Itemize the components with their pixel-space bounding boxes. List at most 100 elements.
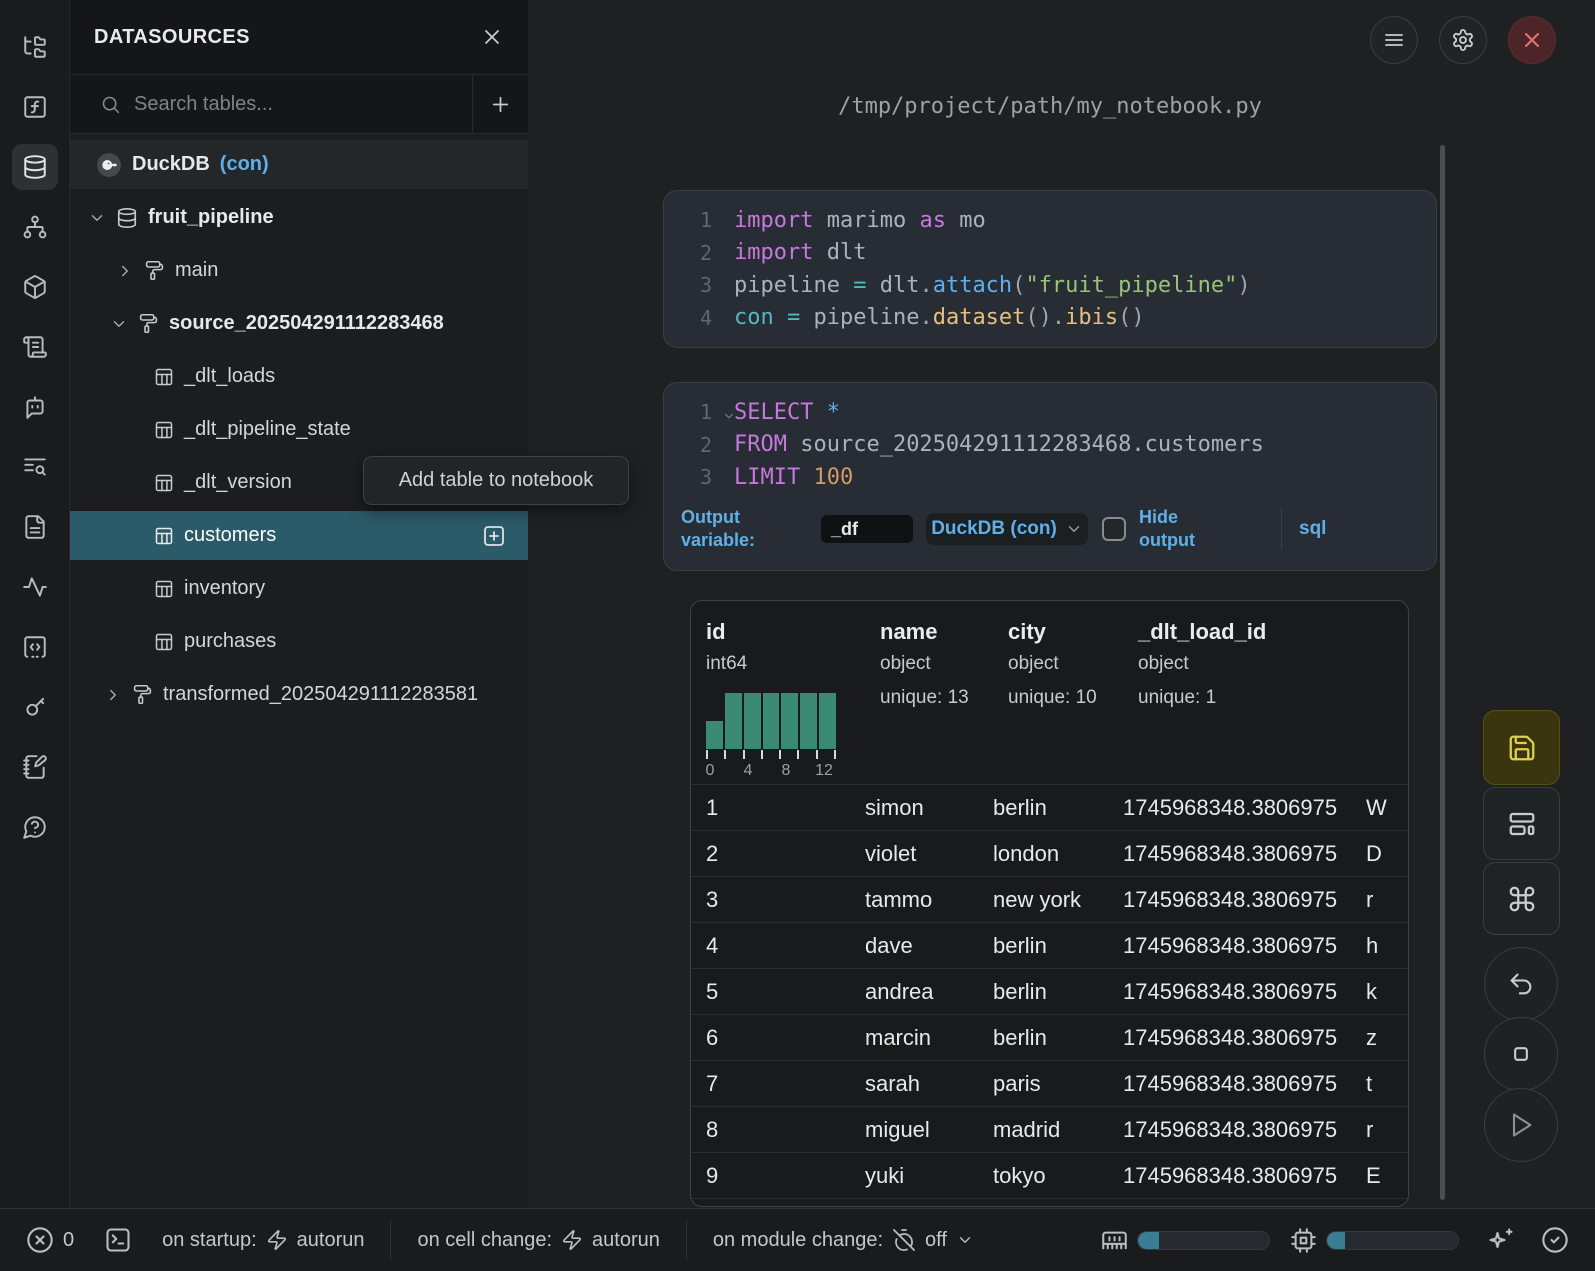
on-startup-toggle[interactable]: on startup: autorun [162,1229,364,1252]
tree-node-database[interactable]: fruit_pipeline [70,193,528,242]
cell-city: berlin [993,979,1123,1005]
tree-node-table-inventory[interactable]: inventory [70,564,528,613]
chevron-right-icon [116,262,134,280]
code-cell-python[interactable]: 1import marimo as mo 2import dlt 3pipeli… [663,190,1437,348]
tree-node-table-purchases[interactable]: purchases [70,617,528,666]
tree-node-table-customers[interactable]: customers [70,511,528,560]
search-input[interactable]: Search tables... [70,75,472,133]
hide-output-label: Hideoutput [1139,506,1214,553]
scratchpad-script-icon[interactable] [12,324,58,370]
cell-city: berlin [993,933,1123,959]
table-icon [154,632,174,652]
tracing-icon[interactable] [12,564,58,610]
chevron-down-icon [1065,520,1083,538]
table-row[interactable]: 4 dave berlin 1745968348.3806975 h [691,922,1408,968]
add-datasource-button[interactable] [472,75,528,133]
function-icon[interactable] [12,84,58,130]
table-row[interactable]: 9 yuki tokyo 1745968348.3806975 E [691,1152,1408,1198]
tree-node-schema-source[interactable]: source_202504291112283468 [70,299,528,348]
connection-badge: (con) [220,153,269,176]
secrets-key-icon[interactable] [12,684,58,730]
cell-city: new york [993,887,1123,913]
command-palette-button[interactable] [1483,862,1560,935]
cell-id: 3 [691,887,865,913]
table-row[interactable]: 8 miguel madrid 1745968348.3806975 r [691,1106,1408,1152]
engine-select[interactable]: DuckDB (con) [926,513,1088,545]
zap-icon [561,1229,583,1251]
packages-icon[interactable] [12,264,58,310]
stop-button[interactable] [1484,1017,1558,1091]
tree-node-schema-main[interactable]: main [70,246,528,295]
cell-load-id: 1745968348.3806975 [1123,887,1366,913]
terminal-icon [104,1226,132,1254]
engine-select-value: DuckDB (con) [931,518,1057,540]
snippets-icon[interactable] [12,624,58,670]
duckdb-logo-icon [96,152,122,178]
save-button[interactable] [1483,710,1560,785]
help-icon[interactable] [12,804,58,850]
close-app-button[interactable] [1508,16,1556,64]
documentation-icon[interactable] [12,504,58,550]
on-cell-change-value: autorun [592,1229,660,1252]
cell-name: dave [865,933,993,959]
fold-chevron-icon[interactable] [722,409,736,423]
divider [686,1221,687,1259]
table-row[interactable]: 3 tammo new york 1745968348.3806975 r [691,876,1408,922]
error-count: 0 [63,1229,74,1252]
run-button[interactable] [1484,1088,1558,1162]
cpu-gauge [1326,1231,1459,1250]
cell-city: berlin [993,795,1123,821]
ai-assistant-button[interactable] [1487,1226,1515,1254]
datasources-icon[interactable] [12,144,58,190]
line-number: 2 [664,241,712,265]
connection-status[interactable] [1541,1226,1569,1254]
layout-panels-button[interactable] [1483,787,1560,860]
schema-icon [138,313,159,334]
table-row[interactable]: 6 marcin berlin 1745968348.3806975 z [691,1014,1408,1060]
tree-node-table-dlt-loads[interactable]: _dlt_loads [70,352,528,401]
menu-button[interactable] [1370,16,1418,64]
tree-node-table-dlt-pipeline-state[interactable]: _dlt_pipeline_state [70,405,528,454]
query-result-table: id int64 0 4 8 12 name object unique: 13 [690,600,1409,1207]
table-row[interactable]: 2 violet london 1745968348.3806975 D [691,830,1408,876]
cell-name: yuki [865,1163,993,1189]
divider [390,1221,391,1259]
errors-indicator[interactable]: 0 [26,1226,74,1254]
on-cell-change-toggle[interactable]: on cell change: autorun [417,1229,659,1252]
table-name: customers [184,524,276,547]
table-row[interactable]: 1 simon berlin 1745968348.3806975 W [691,784,1408,830]
output-variable-input[interactable]: _df [821,515,913,543]
cell-load-id: 1745968348.3806975 [1123,795,1366,821]
add-table-to-notebook-icon[interactable] [482,524,506,548]
cell-city: london [993,841,1123,867]
code-line-text: LIMIT 100 [734,465,853,490]
undo-button[interactable] [1484,947,1558,1021]
schema-name: source_202504291112283468 [169,312,444,335]
dependency-graph-icon[interactable] [12,204,58,250]
close-panel-icon[interactable] [480,25,504,49]
cell-load-id: 1745968348.3806975 [1123,1071,1366,1097]
search-icon [100,94,121,115]
table-row[interactable]: 7 sarah paris 1745968348.3806975 t [691,1060,1408,1106]
vertical-scrollbar[interactable] [1440,145,1445,1200]
chat-bot-icon[interactable] [12,384,58,430]
on-startup-value: autorun [297,1229,365,1252]
on-module-change-toggle[interactable]: on module change: off [713,1228,974,1252]
tree-node-schema-transformed[interactable]: transformed_202504291112283581 [70,670,528,719]
file-tree-icon[interactable] [12,24,58,70]
terminal-button[interactable] [104,1226,132,1254]
hide-output-checkbox[interactable] [1102,517,1126,541]
notebook-edit-icon[interactable] [12,744,58,790]
cell-id: 7 [691,1071,865,1097]
on-module-change-label: on module change: [713,1229,883,1252]
cell-id: 6 [691,1025,865,1051]
table-row[interactable]: 5 andrea berlin 1745968348.3806975 k [691,968,1408,1014]
line-number: 4 [664,306,712,330]
logs-search-icon[interactable] [12,444,58,490]
cell-name: andrea [865,979,993,1005]
code-cell-sql[interactable]: 1SELECT * 2FROM source_20250429111228346… [663,382,1437,571]
connection-row-duckdb[interactable]: DuckDB (con) [70,140,528,189]
code-line-text: import marimo as mo [734,208,986,233]
cell-dlt-id-clipped: W [1366,795,1408,821]
settings-button[interactable] [1439,16,1487,64]
